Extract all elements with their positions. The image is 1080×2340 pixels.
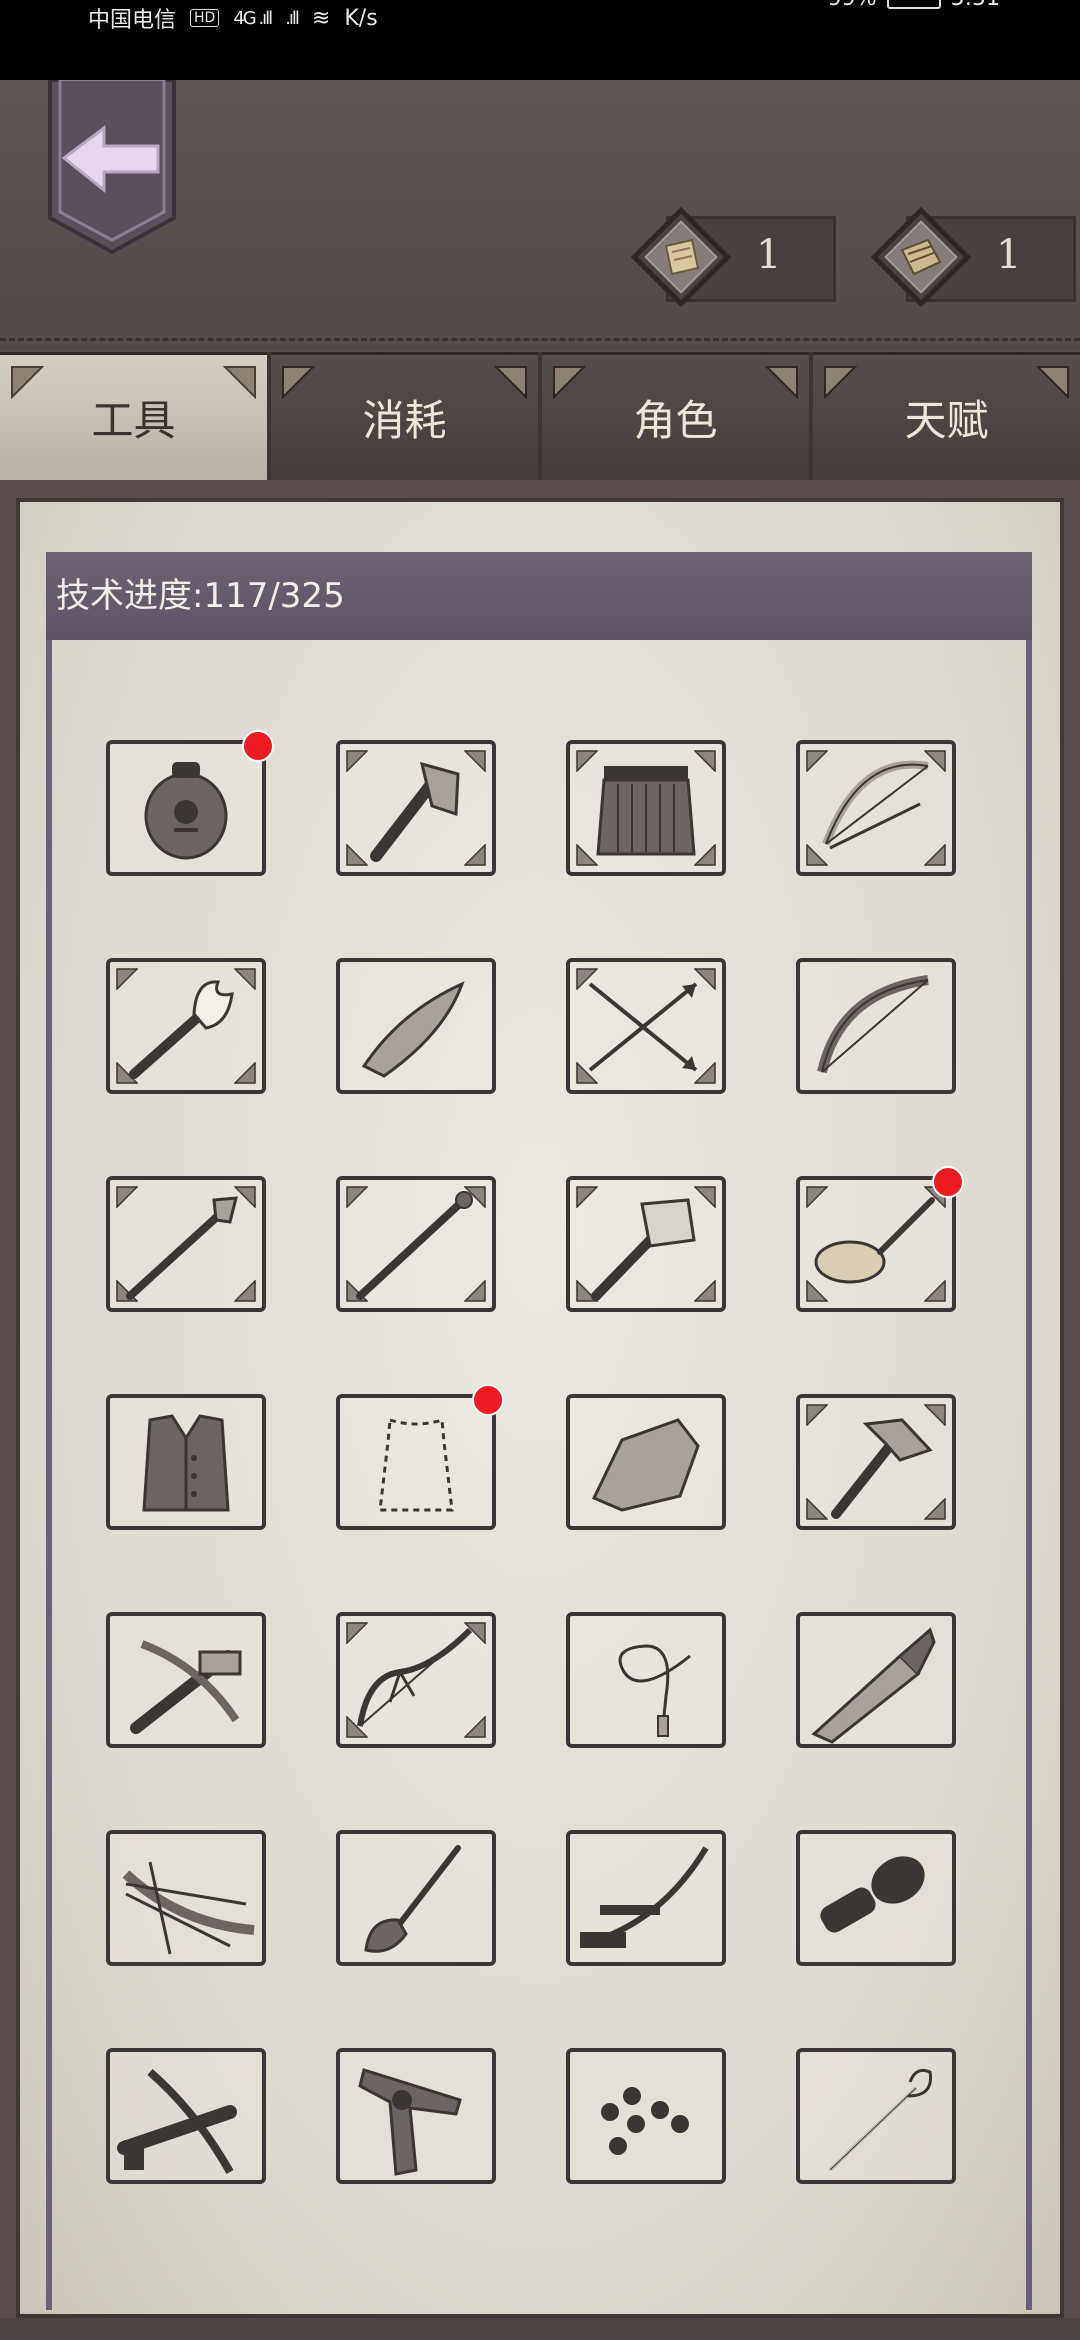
grass-skirt-icon [596, 766, 696, 856]
item-slot[interactable] [336, 1612, 496, 1748]
item-slot[interactable] [336, 740, 496, 876]
item-slot[interactable] [336, 1830, 496, 1966]
corner-ornament-icon [282, 366, 315, 399]
tab-label: 角色 [633, 396, 718, 445]
item-slot[interactable] [106, 1176, 266, 1312]
repeating-crossbow-icon [117, 2068, 237, 2174]
tech-progress-text: 技术进度:117/325 [56, 576, 345, 616]
tab-label: 天赋 [904, 396, 989, 445]
net-speed: K/s [344, 5, 378, 31]
staff-icon [356, 1191, 473, 1300]
tab-talents[interactable]: 天赋 [813, 352, 1080, 480]
clock: 5:51 [951, 0, 1000, 11]
corner-ornament-icon [765, 366, 798, 399]
item-slot[interactable] [566, 740, 726, 876]
bottom-edge [0, 2318, 1080, 2340]
item-slot[interactable] [106, 1394, 266, 1530]
poison-jar-icon [144, 762, 228, 860]
corner-ornament-icon [553, 366, 586, 399]
item-slot[interactable] [566, 1612, 726, 1748]
katana-icon [580, 1846, 709, 1948]
stone-chunk-icon [591, 1418, 700, 1512]
status-bar: 中国电信 HD 4G .ıll .ıll ≋ K/s 99% 5:51 [0, 0, 1080, 80]
corner-ornament-icon [11, 366, 44, 399]
item-slot[interactable] [566, 1176, 726, 1312]
ballista-icon [122, 1861, 255, 1955]
tab-label: 消耗 [362, 396, 447, 445]
tab-consumables[interactable]: 消耗 [271, 352, 538, 480]
iron-axe-icon [831, 1418, 933, 1519]
carrier-label: 中国电信 [88, 8, 177, 33]
item-slot[interactable] [106, 2048, 266, 2184]
wifi-icon: ≋ [311, 5, 331, 31]
arrows-icon [588, 982, 698, 1072]
corner-ornament-icon [1036, 366, 1069, 399]
item-slot[interactable] [796, 1612, 956, 1748]
outline-shirt-icon [378, 1418, 454, 1512]
item-slot[interactable] [796, 740, 956, 876]
currency-scroll: 1 [626, 198, 836, 308]
currency-bundle: 1 [866, 198, 1076, 308]
grenade-icon [820, 1856, 925, 1933]
scroll-parchment-icon [630, 206, 732, 308]
item-slot[interactable] [796, 1166, 964, 1312]
currency-value: 1 [756, 232, 782, 278]
shot-balls-icon [601, 2087, 689, 2155]
hd-badge: HD [190, 9, 220, 27]
bone-bow-icon [822, 760, 929, 850]
item-slot[interactable] [566, 2048, 726, 2184]
torch-icon [129, 980, 234, 1079]
leather-vest-icon [142, 1414, 230, 1512]
battery-percent: 99% [828, 0, 877, 11]
signal-icon-2: .ıll [285, 7, 300, 29]
item-slot[interactable] [566, 1394, 726, 1530]
item-grid-frame [46, 640, 1032, 2310]
crossbow-icon [130, 1640, 242, 1734]
frying-pan-icon [814, 1197, 935, 1284]
item-slot[interactable] [336, 1176, 496, 1312]
flint-blade-icon [361, 981, 465, 1078]
scroll-bundle-icon [870, 206, 972, 308]
corner-ornament-icon [824, 366, 857, 399]
item-slot[interactable] [106, 1612, 266, 1748]
broom-icon [364, 1845, 461, 1953]
item-slot[interactable] [106, 958, 266, 1094]
recurve-bow-icon [357, 1627, 473, 1727]
new-badge [932, 1166, 964, 1198]
item-slot[interactable] [566, 958, 726, 1094]
category-tabs: 工具 消耗 角色 天赋 [0, 352, 1080, 480]
new-badge [242, 730, 274, 762]
stone-hammer-icon [591, 1198, 696, 1301]
item-slot[interactable] [796, 958, 956, 1094]
item-slot[interactable] [336, 958, 496, 1094]
wooden-bow-icon [817, 975, 929, 1074]
revolver-icon [358, 2068, 462, 2176]
stone-spear-icon [126, 1196, 238, 1300]
corner-ornament-icon [223, 366, 256, 399]
header: 1 1 [0, 78, 1080, 350]
item-slot[interactable] [566, 1830, 726, 1966]
battery-icon [886, 0, 941, 9]
item-slot[interactable] [336, 2048, 496, 2184]
stone-axe-icon [370, 761, 460, 862]
item-slot[interactable] [106, 1830, 266, 1966]
item-slot[interactable] [796, 2048, 956, 2184]
rapier-icon [828, 2068, 933, 2172]
tab-label: 工具 [91, 396, 176, 445]
back-button[interactable] [46, 78, 178, 255]
tab-tools[interactable]: 工具 [0, 352, 267, 480]
signal-icon: 4G .ıll [233, 7, 273, 29]
tech-progress-bar: 技术进度:117/325 [46, 552, 1032, 640]
item-slot[interactable] [336, 1384, 504, 1530]
item-slot[interactable] [796, 1830, 956, 1966]
whip-icon [618, 1644, 691, 1737]
back-arrow-icon [48, 78, 176, 255]
tab-characters[interactable]: 角色 [542, 352, 809, 480]
new-badge [472, 1384, 504, 1416]
corner-ornament-icon [494, 366, 527, 399]
item-slot[interactable] [106, 730, 274, 876]
currency-value: 1 [996, 232, 1022, 278]
great-sword-icon [811, 1627, 936, 1744]
item-slot[interactable] [796, 1394, 956, 1530]
